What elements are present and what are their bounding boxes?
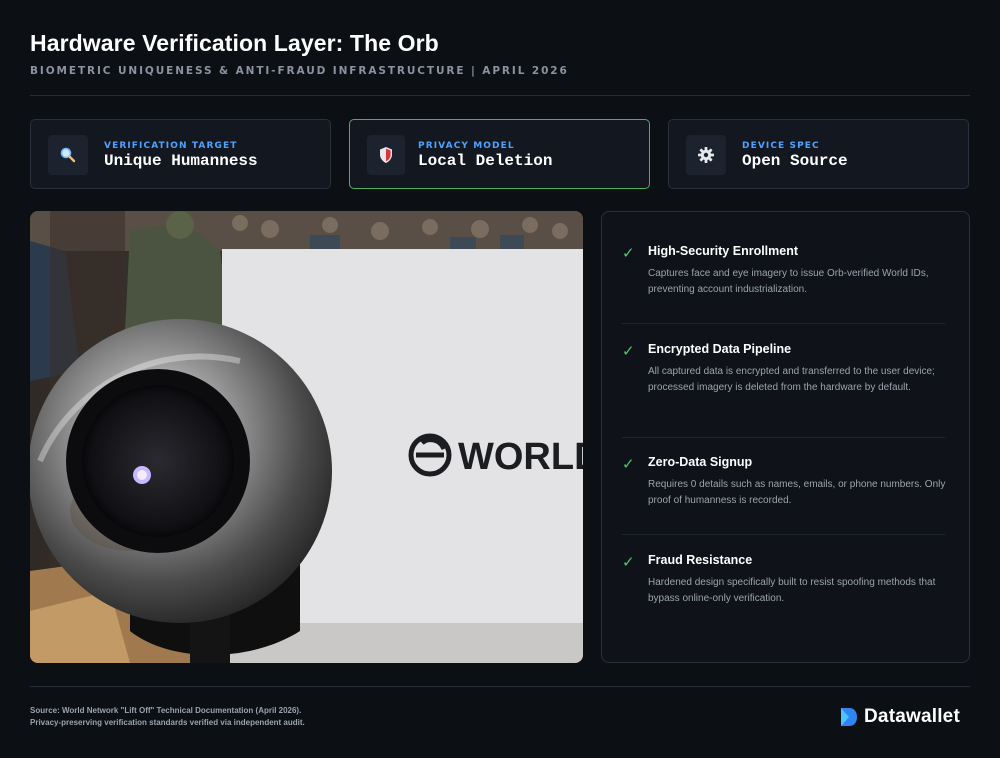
check-icon: ✓ [622,244,635,262]
feature-description: Requires 0 details such as names, emails… [648,479,946,506]
feature-title: Encrypted Data Pipeline [648,342,792,356]
feature-title: Zero-Data Signup [648,455,753,469]
feature-divider [622,437,945,438]
footer-divider [30,686,970,687]
datawallet-icon [841,708,857,726]
feature-description: Captures face and eye imagery to issue O… [648,268,929,295]
card-privacy-model: PRIVACY MODEL Local Deletion [349,119,650,189]
feature-divider [622,323,945,324]
check-icon: ✓ [622,455,635,473]
orb-photo: WORLD [30,211,583,663]
card-device-spec: DEVICE SPEC Open Source [668,119,969,189]
card-value: Unique Humanness [104,152,258,170]
gear-icon [686,135,726,175]
card-label: VERIFICATION TARGET [104,141,238,151]
page-subtitle: BIOMETRIC UNIQUENESS & ANTI-FRAUD INFRAS… [30,65,569,77]
check-icon: ✓ [622,553,635,571]
header-divider [30,95,970,96]
search-icon [48,135,88,175]
shield-icon [367,135,405,175]
features-panel: ✓ High-Security Enrollment Captures face… [601,211,970,663]
card-value: Local Deletion [418,152,553,170]
feature-divider [622,534,945,535]
card-verification-target: VERIFICATION TARGET Unique Humanness [30,119,331,189]
brand-name: Datawallet [864,706,960,727]
card-label: PRIVACY MODEL [418,141,515,151]
source-line: Source: World Network "Lift Off" Technic… [30,706,302,715]
card-label: DEVICE SPEC [742,141,820,151]
check-icon: ✓ [622,342,635,360]
sign-text: WORLD [458,436,583,478]
page-title: Hardware Verification Layer: The Orb [30,30,439,56]
card-value: Open Source [742,152,848,170]
brand-logo: Datawallet [840,704,960,730]
feature-description: Hardened design specifically built to re… [648,577,936,604]
feature-title: Fraud Resistance [648,553,753,567]
source-note: Source: World Network "Lift Off" Technic… [30,705,305,729]
audit-line: Privacy-preserving verification standard… [30,718,305,727]
feature-title: High-Security Enrollment [648,244,799,258]
feature-description: All captured data is encrypted and trans… [648,366,935,393]
